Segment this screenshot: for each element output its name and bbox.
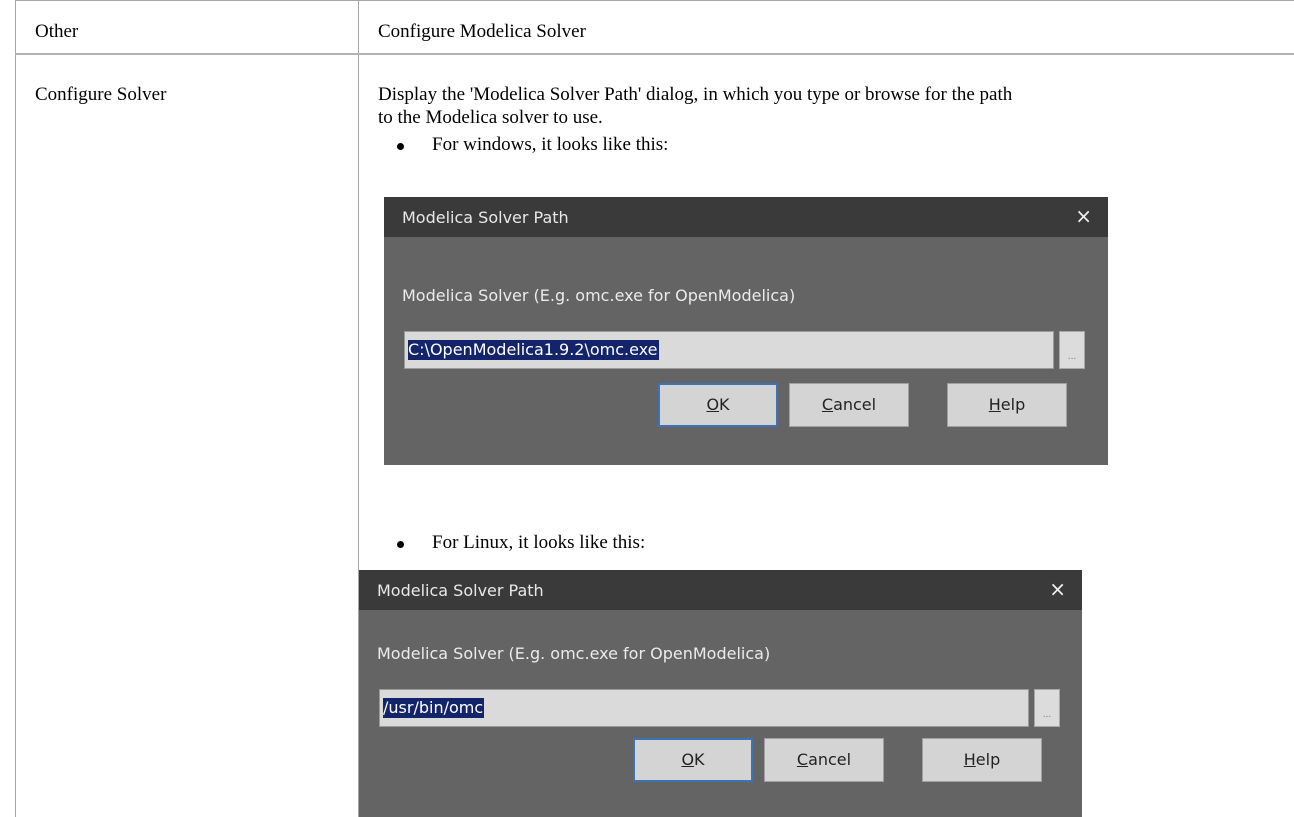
- solver-label: Modelica Solver (E.g. omc.exe for OpenMo…: [377, 644, 771, 663]
- dialog-title: Modelica Solver Path: [377, 580, 544, 600]
- cancel-button[interactable]: Cancel: [764, 738, 884, 782]
- ok-button[interactable]: OK: [633, 738, 753, 782]
- ok-button[interactable]: OK: [658, 383, 778, 427]
- dialog-title: Modelica Solver Path: [402, 207, 569, 227]
- row-left-cell: Configure Solver: [35, 84, 167, 105]
- header-right-cell: Configure Modelica Solver: [378, 21, 586, 42]
- dialog-titlebar: Modelica Solver Path ×: [359, 570, 1082, 610]
- solver-label: Modelica Solver (E.g. omc.exe for OpenMo…: [402, 286, 796, 305]
- dialog-windows: Modelica Solver Path × Modelica Solver (…: [384, 197, 1108, 465]
- solver-path-value: C:\OpenModelica1.9.2\omc.exe: [408, 340, 659, 360]
- dialog-linux: Modelica Solver Path × Modelica Solver (…: [359, 570, 1082, 817]
- help-button[interactable]: Help: [947, 383, 1067, 427]
- description-line-2: to the Modelica solver to use.: [378, 107, 603, 128]
- bullet-icon: [397, 143, 404, 150]
- table-header-divider: [15, 53, 1294, 55]
- description-line-1: Display the 'Modelica Solver Path' dialo…: [378, 84, 1013, 105]
- dialog-titlebar: Modelica Solver Path ×: [384, 197, 1108, 237]
- bullet-windows-text: For windows, it looks like this:: [432, 134, 669, 155]
- table-top-border: [15, 0, 1294, 1]
- bullet-linux-text: For Linux, it looks like this:: [432, 532, 646, 553]
- close-icon[interactable]: ×: [1075, 205, 1092, 227]
- table-left-border: [15, 0, 16, 817]
- header-left-cell: Other: [35, 21, 79, 42]
- browse-button[interactable]: ...: [1059, 331, 1085, 369]
- solver-path-input[interactable]: C:\OpenModelica1.9.2\omc.exe: [404, 331, 1054, 369]
- browse-button[interactable]: ...: [1034, 689, 1060, 727]
- cancel-button[interactable]: Cancel: [789, 383, 909, 427]
- bullet-icon: [397, 541, 404, 548]
- solver-path-input[interactable]: /usr/bin/omc: [379, 689, 1029, 727]
- solver-path-value: /usr/bin/omc: [383, 698, 485, 718]
- close-icon[interactable]: ×: [1049, 578, 1066, 600]
- help-button[interactable]: Help: [922, 738, 1042, 782]
